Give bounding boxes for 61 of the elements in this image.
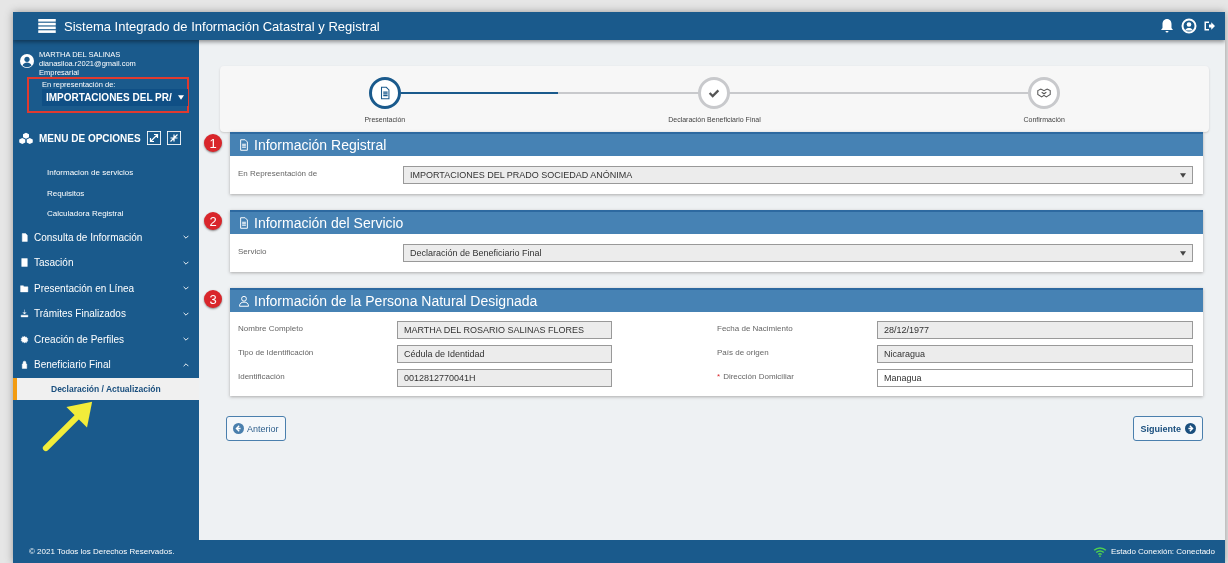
panel-title: Información Registral	[254, 137, 387, 153]
menu-item[interactable]: Creación de Perfiles	[34, 333, 183, 345]
field-label: Tipo de Identificación	[238, 348, 314, 357]
user-icon[interactable]	[1181, 18, 1197, 34]
document-icon	[238, 139, 250, 151]
chevron-up-icon[interactable]	[183, 362, 189, 367]
menu-link[interactable]: Requisitos	[13, 183, 199, 204]
document-icon	[238, 217, 250, 229]
menu-item[interactable]: Tasación	[34, 257, 183, 269]
representation-dropdown[interactable]: IMPORTACIONES DEL PR/	[42, 89, 188, 106]
step-circle[interactable]	[368, 77, 401, 109]
user-avatar-icon	[19, 53, 35, 69]
number-badge: 2	[204, 212, 222, 230]
expand-icon[interactable]	[146, 131, 161, 145]
field-label: País de origen	[717, 348, 769, 357]
chevron-down-icon[interactable]	[183, 260, 189, 265]
panel-title: Información del Servicio	[254, 215, 404, 231]
previous-button[interactable]: Anterior	[226, 416, 286, 441]
gear-icon	[20, 334, 29, 344]
document-icon	[20, 232, 29, 242]
caret-icon	[1180, 250, 1186, 256]
input-field[interactable]: Managua	[877, 369, 1193, 387]
cubes-icon	[19, 132, 33, 144]
next-button[interactable]: Siguiente	[1133, 416, 1203, 441]
bell-icon[interactable]	[1159, 18, 1175, 34]
number-badge: 3	[204, 290, 222, 308]
collapse-icon[interactable]	[166, 131, 181, 145]
download-icon	[20, 309, 29, 319]
menu-item[interactable]: Presentación en Línea	[34, 282, 183, 294]
field-label: Servicio	[238, 247, 267, 256]
app-title: Sistema Integrado de Información Catastral y Registral	[64, 18, 380, 34]
caret-icon	[1180, 172, 1186, 178]
menu-icon[interactable]	[38, 19, 56, 33]
field-label: Identificación	[238, 372, 285, 381]
chevron-down-icon[interactable]	[183, 337, 189, 342]
arrow-left-icon	[233, 423, 244, 434]
field-label: Fecha de Nacimiento	[717, 324, 793, 333]
number-badge: 1	[204, 134, 222, 152]
field-label: En Representación de	[238, 169, 318, 178]
menu-link[interactable]: Calculadora Registral	[13, 204, 199, 225]
caret-icon	[177, 95, 184, 100]
field-label: Nombre Completo	[238, 324, 303, 333]
connection-status: Estado Conexión: Conectado	[1110, 547, 1215, 556]
arrow-right-icon	[1185, 423, 1196, 434]
menu-title: MENU DE OPCIONES	[39, 132, 141, 144]
chevron-down-icon[interactable]	[183, 286, 189, 291]
menu-item[interactable]: Beneficiario Final	[34, 359, 183, 371]
menu-item[interactable]: Consulta de Información	[34, 231, 183, 243]
wifi-icon	[1092, 546, 1107, 557]
submenu-item[interactable]: Declaración / Actualización	[13, 377, 199, 400]
chevron-down-icon[interactable]	[183, 311, 189, 316]
copyright-text: © 2021 Todos los Derechos Reservados.	[29, 547, 175, 556]
folder-icon	[20, 283, 29, 293]
panel-title: Información de la Persona Natural Designada	[254, 293, 538, 309]
field-label: Dirección Domiciliar	[723, 372, 794, 381]
menu-link[interactable]: Informacion de servicios	[13, 163, 199, 184]
user-icon	[238, 295, 250, 307]
chevron-down-icon[interactable]	[183, 235, 189, 240]
required-mark: *	[717, 372, 721, 381]
lock-icon	[20, 360, 29, 370]
menu-item[interactable]: Trámites Finalizados	[34, 308, 183, 320]
